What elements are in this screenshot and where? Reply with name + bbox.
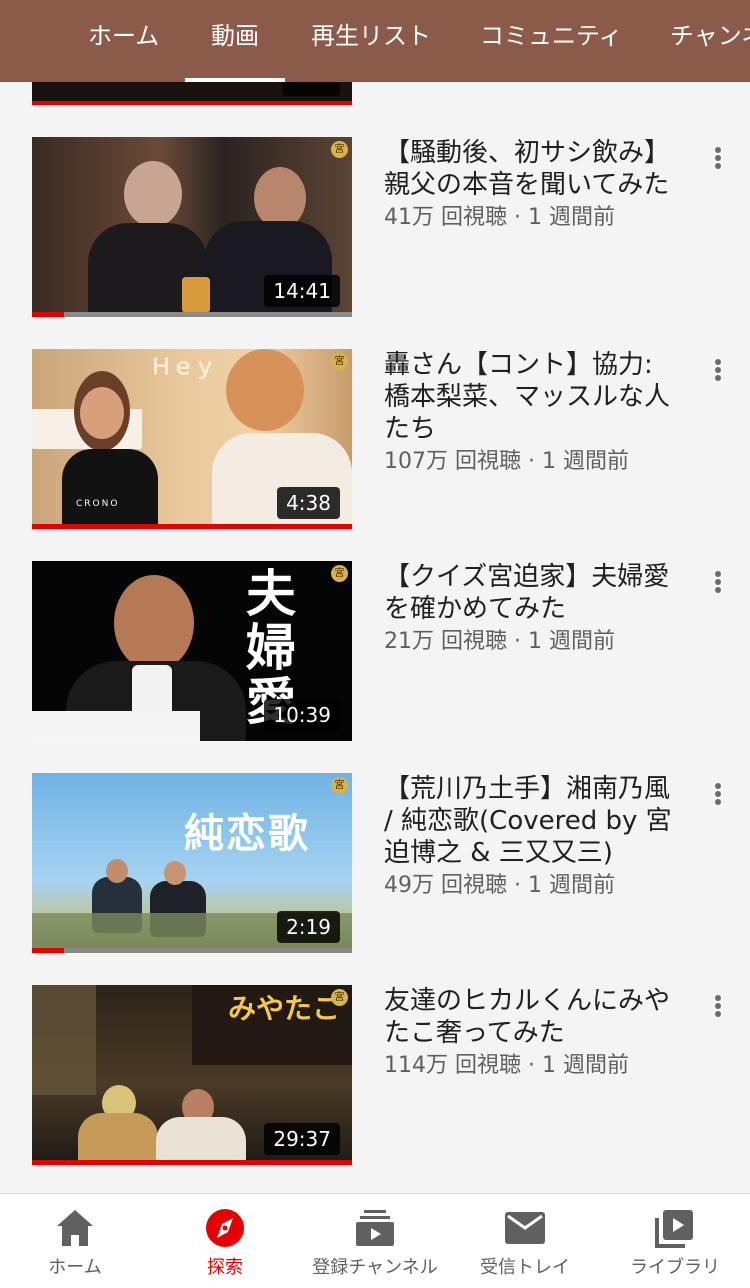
inbox-icon <box>505 1212 545 1244</box>
thumbnail-overlay-text: 純恋歌 <box>184 810 310 857</box>
more-options-icon[interactable] <box>704 143 732 171</box>
watch-progress-fill <box>32 524 352 529</box>
channel-tabs: ホーム 動画 再生リスト コミュニティ チャンネル <box>0 0 750 82</box>
watch-progress-fill <box>32 101 352 105</box>
video-title[interactable]: 【騒動後、初サシ飲み】親父の本音を聞いてみた <box>384 137 684 201</box>
video-item: 夫婦愛 宮 10:39 【クイズ宮迫家】夫婦愛を確かめてみた 21万 回視聴 ·… <box>0 561 750 743</box>
nav-label: ライブラリ <box>630 1257 720 1278</box>
tab-label: コミュニティ <box>480 22 623 50</box>
duration-badge: 10:39 <box>264 699 340 731</box>
video-item: 純恋歌 宮 2:19 【荒川乃土手】湘南乃風 / 純恋歌(Covered by … <box>0 773 750 955</box>
video-title[interactable]: 【荒川乃土手】湘南乃風 / 純恋歌(Covered by 宮迫博之 & 三又又三… <box>384 773 684 869</box>
home-icon <box>57 1210 93 1246</box>
tab-label: ホーム <box>88 22 160 50</box>
video-meta: 107万 回視聴 · 1 週間前 <box>384 449 629 474</box>
video-item: Ｈｅｙ CRONO 宮 4:38 轟さん【コント】協力: 橋本梨菜、マッスルな人… <box>0 349 750 531</box>
more-options-icon[interactable] <box>704 567 732 595</box>
watch-progress-bar <box>32 524 352 529</box>
video-title[interactable]: 轟さん【コント】協力: 橋本梨菜、マッスルな人たち <box>384 349 684 445</box>
nav-label: 受信トレイ <box>480 1257 570 1278</box>
tab-label: 動画 <box>211 22 259 50</box>
video-info[interactable]: 轟さん【コント】協力: 橋本梨菜、マッスルな人たち 107万 回視聴 · 1 週… <box>384 349 684 477</box>
video-item: みやたこ 宮 29:37 友達のヒカルくんにみやたこ奢ってみた 114万 回視聴… <box>0 985 750 1167</box>
bottom-navigation: ホーム 探索 登録チャンネル 受信トレイ ライブラリ <box>0 1193 750 1288</box>
watch-progress-bar <box>32 101 352 105</box>
tab-playlists[interactable]: 再生リスト <box>311 0 431 82</box>
watch-progress-fill <box>32 312 64 317</box>
nav-inbox[interactable]: 受信トレイ <box>450 1194 600 1288</box>
video-meta: 49万 回視聴 · 1 週間前 <box>384 873 615 898</box>
video-thumbnail[interactable]: みやたこ 宮 29:37 <box>32 985 352 1165</box>
video-info[interactable]: 【クイズ宮迫家】夫婦愛を確かめてみた 21万 回視聴 · 1 週間前 <box>384 561 684 657</box>
nav-label: 登録チャンネル <box>312 1257 438 1278</box>
nav-label: 探索 <box>207 1257 243 1278</box>
video-info[interactable]: 【騒動後、初サシ飲み】親父の本音を聞いてみた 41万 回視聴 · 1 週間前 <box>384 137 684 233</box>
channel-tab-bar: ホーム 動画 再生リスト コミュニティ チャンネル <box>0 0 750 82</box>
channel-watermark-icon: 宮 <box>331 353 348 370</box>
subscriptions-icon <box>356 1210 394 1246</box>
previous-video-thumbnail[interactable] <box>32 76 352 105</box>
library-icon <box>655 1210 693 1248</box>
channel-watermark-icon: 宮 <box>331 989 348 1006</box>
nav-explore[interactable]: 探索 <box>150 1194 300 1288</box>
watch-progress-bar <box>32 1160 352 1165</box>
watch-progress-fill <box>32 1160 352 1165</box>
video-meta: 114万 回視聴 · 1 週間前 <box>384 1053 629 1078</box>
video-info[interactable]: 友達のヒカルくんにみやたこ奢ってみた 114万 回視聴 · 1 週間前 <box>384 985 684 1081</box>
video-title[interactable]: 【クイズ宮迫家】夫婦愛を確かめてみた <box>384 561 684 625</box>
duration-badge: 29:37 <box>264 1123 340 1155</box>
nav-home[interactable]: ホーム <box>0 1194 150 1288</box>
thumbnail-overlay-text: CRONO <box>76 499 120 509</box>
tab-home[interactable]: ホーム <box>88 0 159 82</box>
active-tab-indicator <box>185 78 285 82</box>
nav-subscriptions[interactable]: 登録チャンネル <box>300 1194 450 1288</box>
video-thumbnail[interactable]: 夫婦愛 宮 10:39 <box>32 561 352 741</box>
watch-progress-bar <box>32 312 352 317</box>
video-item: 宮 14:41 【騒動後、初サシ飲み】親父の本音を聞いてみた 41万 回視聴 ·… <box>0 137 750 319</box>
channel-watermark-icon: 宮 <box>331 777 348 794</box>
video-thumbnail[interactable]: 純恋歌 宮 2:19 <box>32 773 352 953</box>
watch-progress-bar <box>32 948 352 953</box>
channel-watermark-icon: 宮 <box>331 141 348 158</box>
tab-videos[interactable]: 動画 <box>185 0 285 82</box>
video-meta: 21万 回視聴 · 1 週間前 <box>384 629 615 654</box>
duration-badge: 14:41 <box>264 275 340 307</box>
tab-channels[interactable]: チャンネル <box>670 0 750 82</box>
duration-badge: 4:38 <box>277 487 340 519</box>
explore-icon <box>206 1209 244 1247</box>
duration-badge: 2:19 <box>277 911 340 943</box>
watch-progress-fill <box>32 948 64 953</box>
more-options-icon[interactable] <box>704 991 732 1019</box>
video-thumbnail[interactable]: Ｈｅｙ CRONO 宮 4:38 <box>32 349 352 529</box>
tab-label: チャンネル <box>670 22 750 50</box>
nav-label: ホーム <box>48 1257 102 1278</box>
video-meta: 41万 回視聴 · 1 週間前 <box>384 205 615 230</box>
video-info[interactable]: 【荒川乃土手】湘南乃風 / 純恋歌(Covered by 宮迫博之 & 三又又三… <box>384 773 684 901</box>
channel-watermark-icon: 宮 <box>331 565 348 582</box>
video-thumbnail[interactable]: 宮 14:41 <box>32 137 352 317</box>
tab-community[interactable]: コミュニティ <box>480 0 623 82</box>
video-title[interactable]: 友達のヒカルくんにみやたこ奢ってみた <box>384 985 684 1049</box>
more-options-icon[interactable] <box>704 355 732 383</box>
thumbnail-overlay-text: みやたこ <box>228 992 341 1025</box>
tab-label: 再生リスト <box>311 22 431 50</box>
nav-library[interactable]: ライブラリ <box>600 1194 750 1288</box>
more-options-icon[interactable] <box>704 779 732 807</box>
